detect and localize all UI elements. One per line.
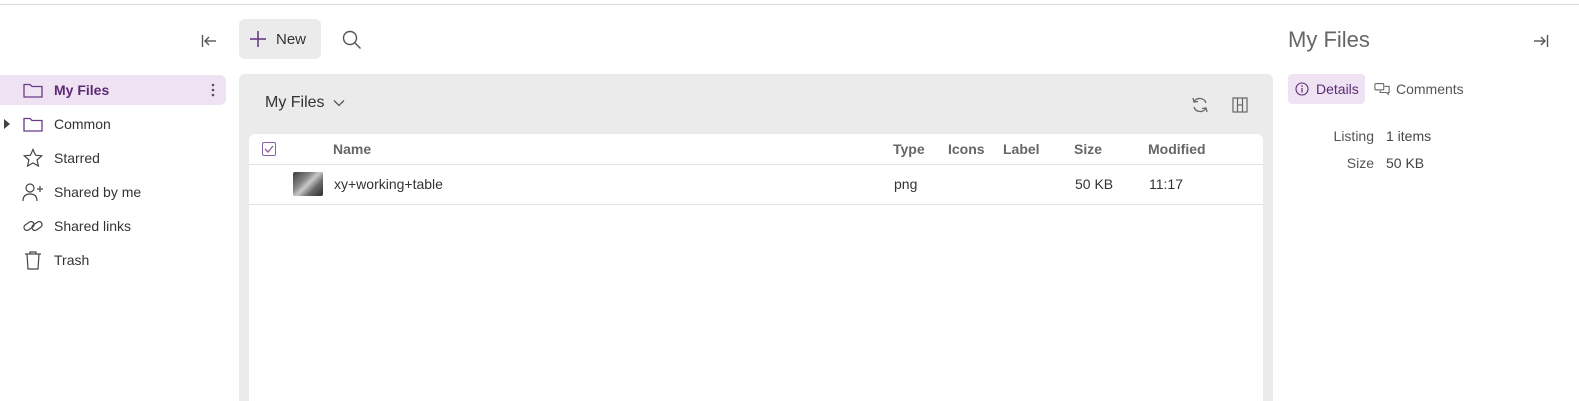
sidebar-item-trash[interactable]: Trash [0, 245, 226, 275]
file-thumbnail [293, 172, 323, 196]
file-modified: 11:17 [1149, 176, 1183, 192]
column-header-icons[interactable]: Icons [948, 141, 985, 157]
file-name: xy+working+table [334, 176, 443, 192]
sidebar-item-label: Starred [54, 150, 100, 166]
property-label-size: Size [1346, 155, 1374, 171]
column-header-type[interactable]: Type [893, 141, 925, 157]
link-icon [22, 215, 44, 237]
sidebar-item-shared-by-me[interactable]: Shared by me [0, 177, 226, 207]
sidebar-item-starred[interactable]: Starred [0, 143, 226, 173]
comments-icon [1374, 81, 1390, 97]
sidebar-item-label: My Files [54, 82, 110, 98]
sidebar: My Files Common Starred Shared by me Sha… [0, 5, 232, 401]
folder-icon [22, 79, 44, 101]
table-header: Name Type Icons Label Size Modified [249, 134, 1263, 165]
collapse-details-icon[interactable] [1530, 30, 1552, 52]
more-options-icon[interactable] [206, 81, 220, 99]
column-header-label[interactable]: Label [1003, 141, 1040, 157]
user-plus-icon [22, 181, 44, 203]
sidebar-item-shared-links[interactable]: Shared links [0, 211, 226, 241]
refresh-icon[interactable] [1189, 94, 1211, 116]
table-row[interactable]: xy+working+table png 50 KB 11:17 [249, 165, 1263, 205]
file-size: 50 KB [1075, 176, 1114, 192]
column-header-name[interactable]: Name [333, 141, 371, 157]
folder-title: My Files [265, 94, 325, 111]
sidebar-item-my-files[interactable]: My Files [0, 75, 226, 105]
collapse-sidebar-icon[interactable] [198, 30, 220, 52]
info-icon [1294, 81, 1310, 97]
details-panel: My Files Details Comments Listing 1 item… [1288, 5, 1579, 401]
tab-comments[interactable]: Comments [1368, 74, 1470, 104]
tab-details[interactable]: Details [1288, 74, 1365, 104]
file-table: Name Type Icons Label Size Modified xy+w… [249, 134, 1263, 401]
folder-title-dropdown[interactable]: My Files [265, 94, 345, 112]
chevron-down-icon [333, 97, 345, 109]
search-icon[interactable] [340, 28, 364, 52]
property-value-listing: 1 items [1386, 128, 1432, 144]
file-type: png [894, 176, 918, 192]
sidebar-item-label: Shared links [54, 218, 132, 234]
folder-icon [22, 113, 44, 135]
sidebar-nav: My Files Common Starred Shared by me Sha… [0, 75, 226, 279]
star-icon [22, 147, 44, 169]
property-value-size: 50 KB [1386, 155, 1425, 171]
property-label-listing: Listing [1333, 128, 1374, 144]
sidebar-item-label: Shared by me [54, 184, 142, 200]
column-header-size[interactable]: Size [1074, 141, 1102, 157]
sidebar-item-label: Common [54, 116, 111, 132]
sidebar-item-common[interactable]: Common [0, 109, 226, 139]
select-all-checkbox[interactable] [262, 142, 276, 156]
column-header-modified[interactable]: Modified [1148, 141, 1206, 157]
details-title: My Files [1288, 27, 1370, 52]
expand-caret-icon[interactable] [4, 119, 10, 129]
trash-icon [22, 249, 44, 271]
file-browser-panel: My Files Name Type Icons Label Size Modi… [239, 74, 1273, 401]
column-layout-icon[interactable] [1229, 94, 1251, 116]
new-button-label: New [276, 30, 307, 48]
tab-details-label: Details [1316, 81, 1359, 97]
tab-comments-label: Comments [1396, 81, 1464, 97]
new-button[interactable]: New [239, 19, 321, 59]
plus-icon [248, 29, 268, 49]
sidebar-item-label: Trash [54, 252, 90, 268]
